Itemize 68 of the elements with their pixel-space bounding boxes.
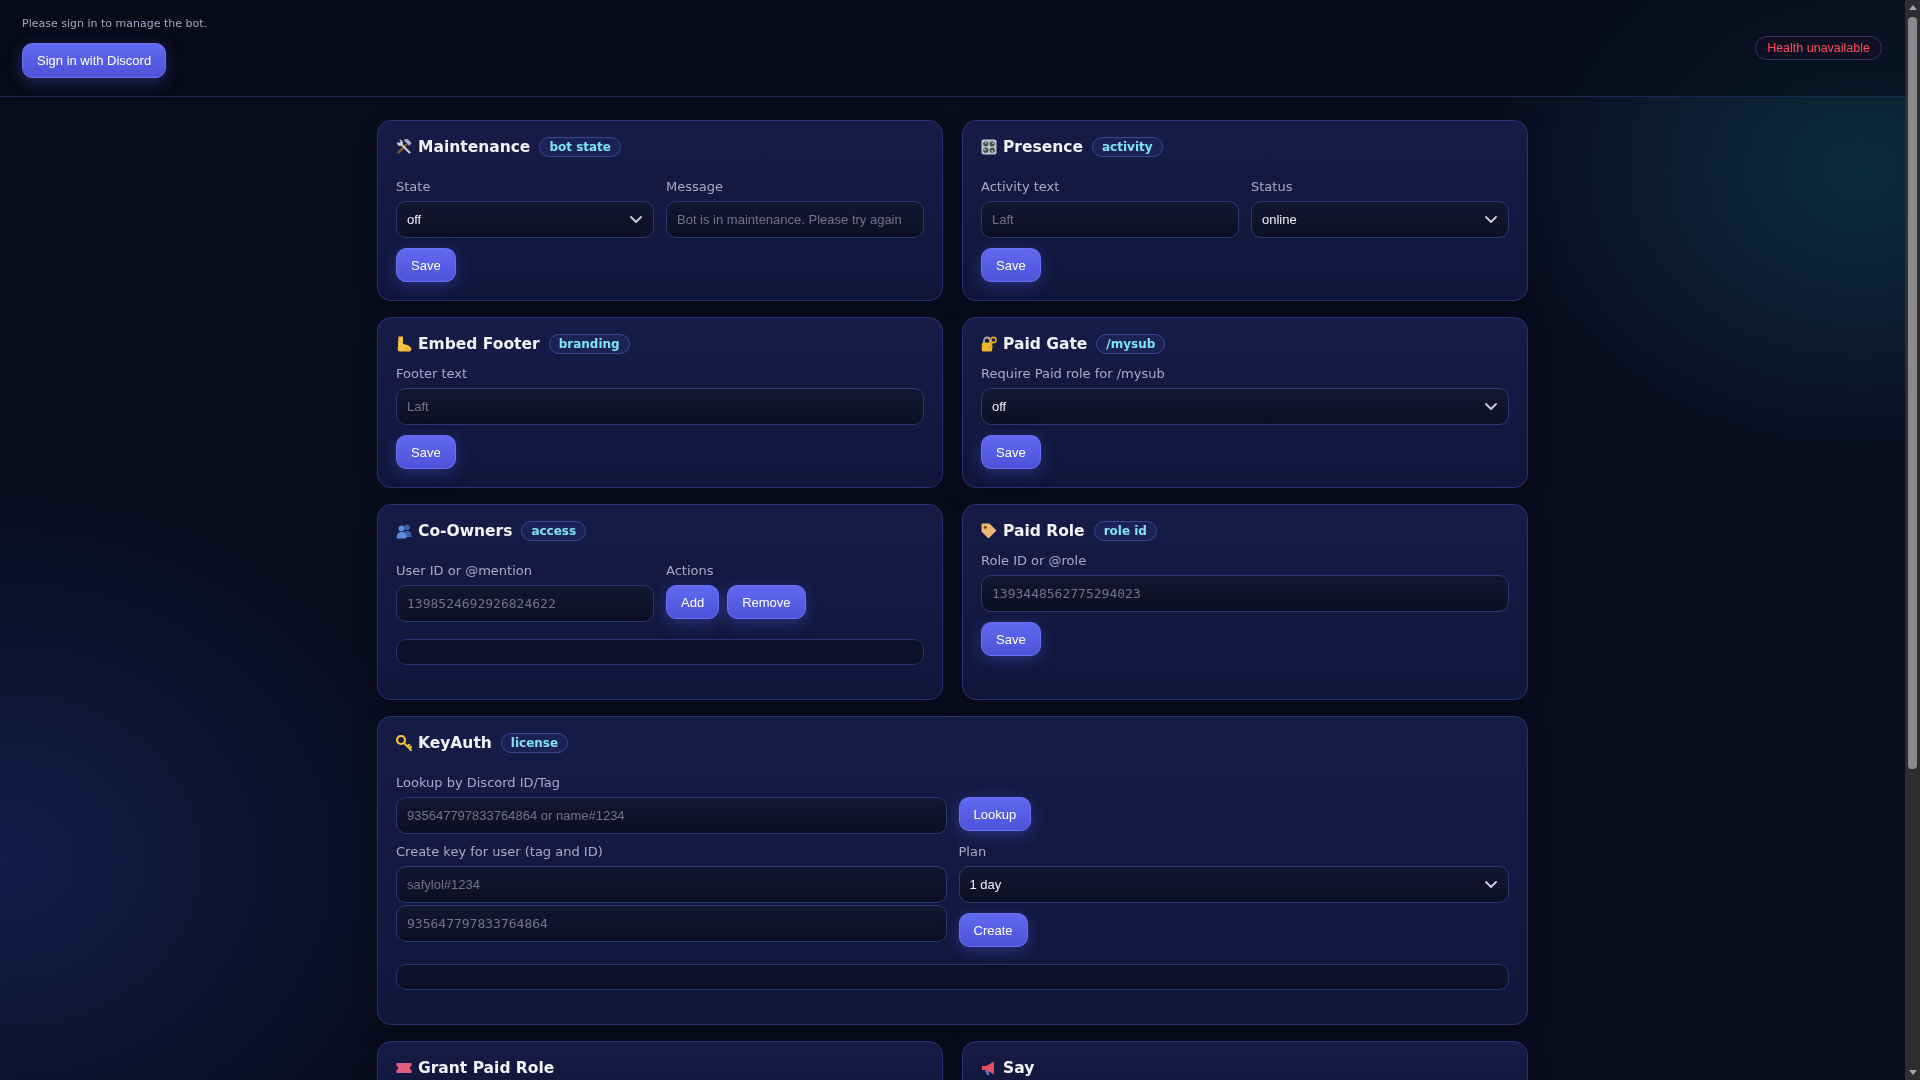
dropdown[interactable]: off <box>396 201 654 238</box>
health-status-badge: Health unavailable <box>1755 35 1882 60</box>
field-label: Role ID or @role <box>981 553 1088 569</box>
field-label: Plan <box>958 844 988 860</box>
card-title: Embed Footer <box>418 334 540 354</box>
chevron-down-icon <box>1485 881 1497 888</box>
field-label: Activity text <box>981 179 1061 195</box>
key-icon <box>396 735 412 751</box>
tag-icon <box>981 523 997 539</box>
chevron-down-icon <box>1485 403 1497 410</box>
text-input[interactable]: 1393448562775294023 <box>981 575 1509 612</box>
card-title: Presence <box>1003 137 1083 157</box>
field-label: Require Paid role for /mysub <box>981 366 1166 382</box>
card-title: Say <box>1003 1058 1035 1078</box>
ticket-icon <box>396 1060 412 1076</box>
action-button[interactable]: Lookup <box>958 797 1032 831</box>
dropdown[interactable]: online <box>1251 201 1509 238</box>
action-button[interactable]: Save <box>396 435 456 469</box>
card-title: Maintenance <box>418 137 531 157</box>
action-button[interactable]: Create <box>958 913 1028 947</box>
tag-badge: branding <box>548 334 630 354</box>
megaphone-icon <box>981 1060 997 1076</box>
scrollbar-thumb[interactable] <box>1908 17 1917 769</box>
field-label: User ID or @mention <box>396 563 533 579</box>
text-input[interactable]: Bot is in maintenance. Please try again <box>666 201 924 238</box>
field-label: State <box>396 179 432 195</box>
action-button[interactable]: Remove <box>727 585 806 619</box>
action-button[interactable]: Save <box>981 622 1041 656</box>
field-label: Lookup by Discord ID/Tag <box>396 775 561 791</box>
dropdown[interactable]: 1 day <box>958 866 1509 903</box>
field-label: Message <box>666 179 724 195</box>
lock-with-key-icon <box>981 336 997 352</box>
field-label: Create key for user (tag and ID) <box>396 844 604 860</box>
scroll-up-arrow-icon[interactable] <box>1908 5 1917 10</box>
sign-in-notice: Please sign in to manage the bot. <box>22 17 207 31</box>
chevron-down-icon <box>630 216 642 223</box>
dropdown[interactable]: off <box>981 388 1509 425</box>
card-title: Co-Owners <box>418 521 513 541</box>
text-input[interactable]: Laft <box>981 201 1239 238</box>
card-title: Paid Role <box>1003 521 1085 541</box>
hammer-and-wrench-icon <box>396 139 412 155</box>
field-label: Footer text <box>396 366 469 382</box>
card-title: Paid Gate <box>1003 334 1088 354</box>
tag-badge: activity <box>1092 137 1163 157</box>
text-input[interactable]: 935647797833764864 <box>396 905 947 942</box>
action-button[interactable]: Add <box>666 585 720 619</box>
action-button[interactable]: Save <box>981 435 1041 469</box>
tag-badge: access <box>521 521 587 541</box>
field-label: Status <box>1251 179 1294 195</box>
text-input[interactable]: 935647797833764864 or name#1234 <box>396 797 947 834</box>
scroll-down-arrow-icon[interactable] <box>1908 1070 1917 1075</box>
tag-badge: /mysub <box>1096 334 1166 354</box>
tag-badge: license <box>500 733 569 753</box>
text-input[interactable]: Laft <box>396 388 924 425</box>
foot-icon <box>396 336 412 352</box>
action-button[interactable]: Save <box>981 248 1041 282</box>
text-input[interactable]: safylol#1234 <box>396 866 947 903</box>
people-icon <box>396 523 412 539</box>
text-input[interactable]: 1398524692926824622 <box>396 585 654 622</box>
action-button[interactable]: Save <box>396 248 456 282</box>
field-label: Actions <box>666 563 715 579</box>
sign-in-button[interactable]: Sign in with Discord <box>22 43 167 78</box>
chevron-down-icon <box>1485 216 1497 223</box>
card-title: Grant Paid Role <box>418 1058 555 1078</box>
tag-badge: role id <box>1093 521 1157 541</box>
card-title: KeyAuth <box>418 733 492 753</box>
control-knobs-icon <box>981 139 997 155</box>
tag-badge: bot state <box>539 137 621 157</box>
